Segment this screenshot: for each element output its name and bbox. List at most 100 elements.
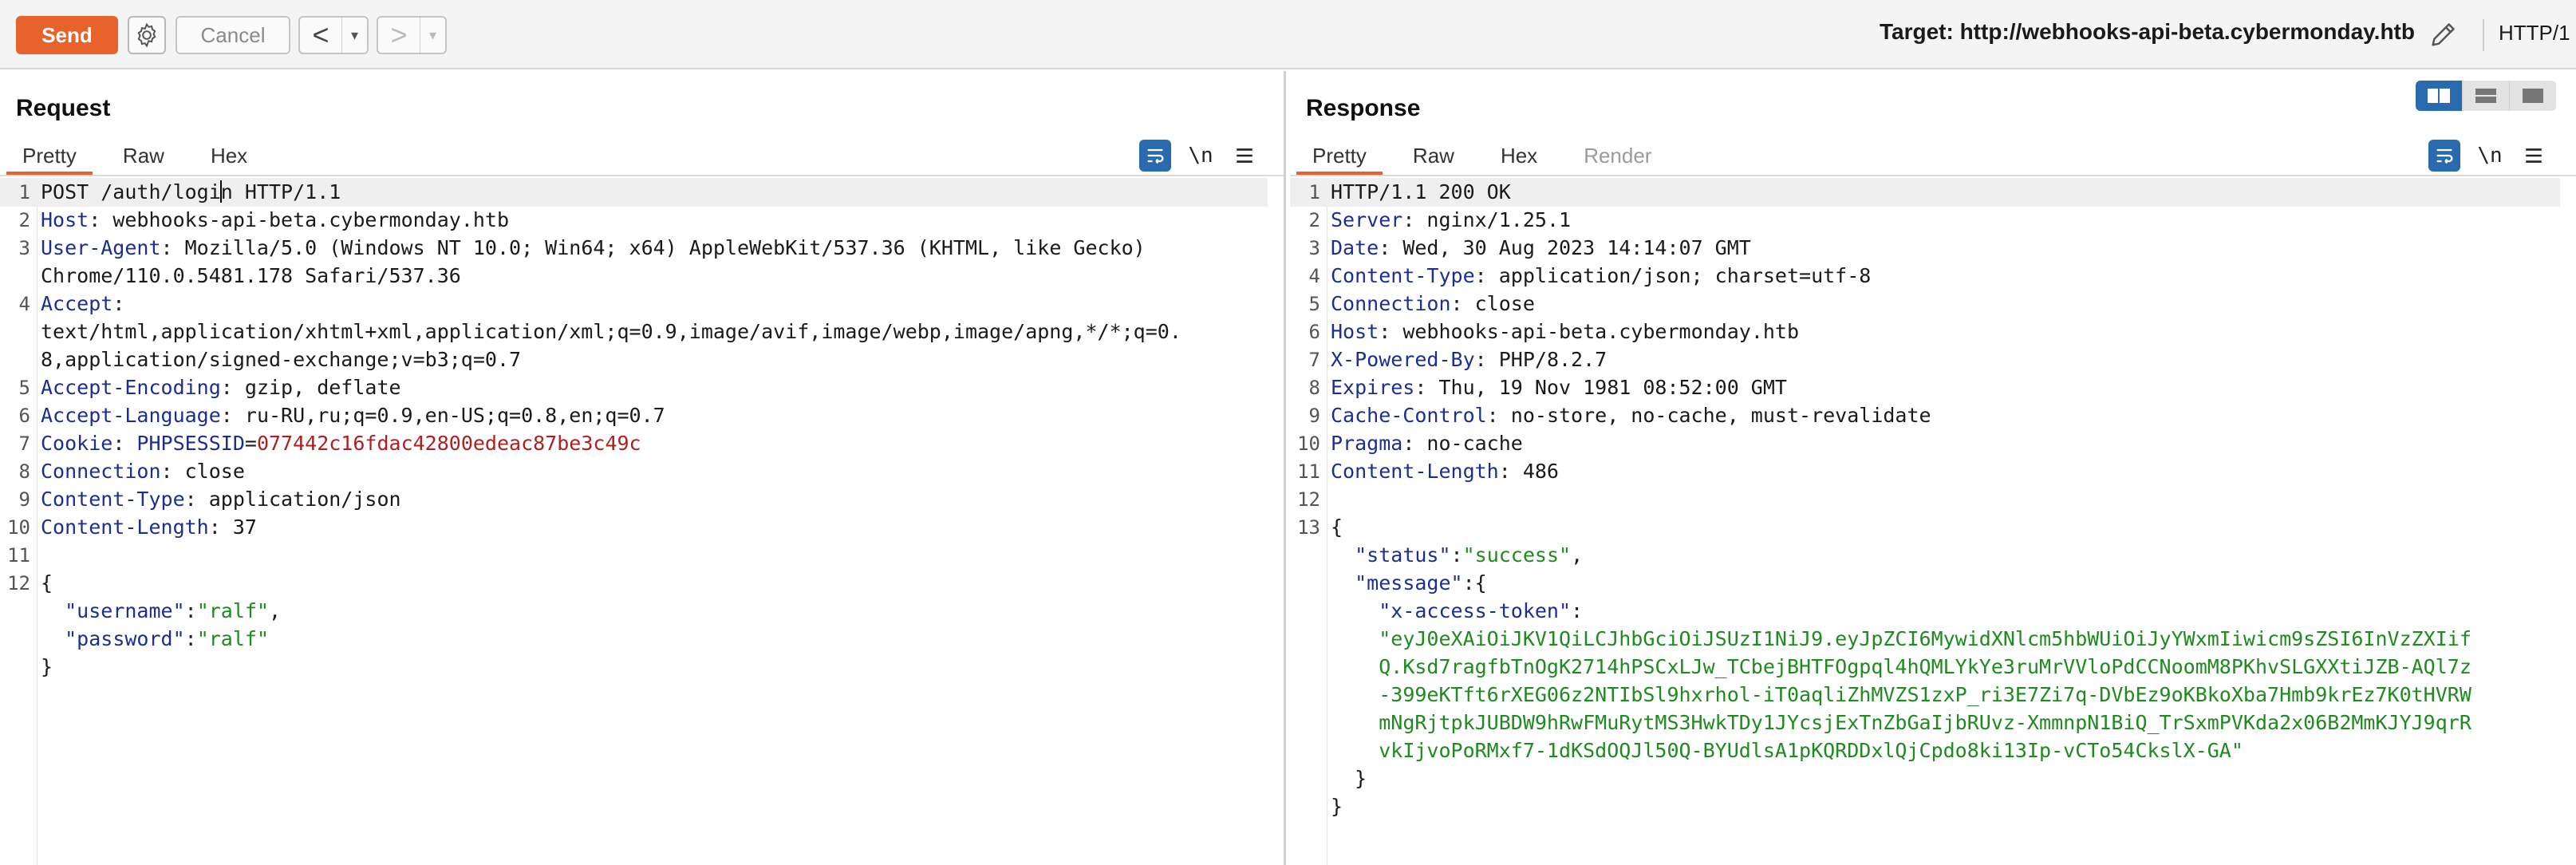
line-number: 3 [1308, 237, 1320, 259]
response-menu-button[interactable] [2519, 140, 2548, 172]
header-name: Pragma [1331, 432, 1403, 455]
line-number: 2 [1308, 209, 1320, 231]
plain-text: text/html,application/xhtml+xml,applicat… [41, 320, 1181, 343]
request-editor[interactable]: 1 POST /auth/login HTTP/1.1 2 Host: webhook… [0, 178, 1284, 865]
forward-dropdown-button[interactable]: ▾ [420, 18, 445, 53]
code-line: "x-access-token": [1290, 597, 2560, 626]
response-editor[interactable]: 1 HTTP/1.1 200 OK 2 Server: nginx/1.25.1 3 Da… [1290, 178, 2576, 865]
line-number: 6 [18, 405, 30, 427]
edit-target-button[interactable] [2425, 16, 2462, 53]
cookie-value: 077442c16fdac42800edeac87be3c49c [256, 432, 641, 455]
back-dropdown-button[interactable]: ▾ [342, 18, 367, 53]
json-punct: { [1474, 571, 1487, 594]
json-string: "success" [1462, 543, 1572, 567]
code-line: -399eKTft6rXEG06z2NTIbSl9hxrhol-iT0aqliZ… [1290, 681, 2560, 709]
code-line: mNgRjtpkJUBDW9hRwFMuRytMS3HwkTDy1JYcsjEx… [1290, 709, 2560, 737]
header-name: User-Agent [41, 236, 161, 259]
header-name: Host [41, 208, 89, 231]
json-key: "username" [65, 599, 185, 622]
header-value: nginx/1.25.1 [1414, 208, 1572, 231]
code-line: 12 [1290, 485, 2560, 514]
cancel-button[interactable]: Cancel [176, 16, 290, 54]
request-tab-hex[interactable]: Hex [195, 140, 263, 175]
layout-stacked-button[interactable] [2462, 81, 2509, 111]
line-number: 10 [7, 516, 30, 539]
header-value: PHP/8.2.7 [1486, 348, 1608, 371]
line-number: 10 [1297, 432, 1320, 455]
request-newline-toggle[interactable]: \n [1182, 140, 1219, 172]
request-tab-raw[interactable]: Raw [107, 140, 180, 175]
divider [0, 175, 1284, 176]
wrap-lines-icon [2436, 148, 2453, 164]
request-menu-button[interactable] [1230, 140, 1259, 172]
response-tab-hex[interactable]: Hex [1485, 140, 1553, 175]
header-name: Server [1331, 208, 1403, 231]
header-value: no-store, no-cache, must-revalidate [1498, 404, 1931, 427]
line-text: Connection: close [1331, 292, 1535, 315]
layout-single-button[interactable] [2509, 81, 2556, 111]
line-number: 7 [18, 432, 30, 455]
request-line-start: POST /auth/logi [41, 180, 221, 203]
code-line: 11 Content-Length: 486 [1290, 457, 2560, 486]
response-wrap-toggle[interactable] [2428, 140, 2460, 172]
response-tabs: Pretty Raw Hex Render [1296, 140, 1682, 175]
code-line: 5 Accept-Encoding: gzip, deflate [0, 373, 1268, 402]
header-name: Connection [41, 460, 161, 483]
line-text: -399eKTft6rXEG06z2NTIbSl9hxrhol-iT0aqliZ… [1331, 681, 2471, 709]
response-tab-raw[interactable]: Raw [1397, 140, 1470, 175]
header-name: Content-Type [41, 488, 185, 511]
send-button[interactable]: Send [16, 16, 118, 54]
json-key: "message" [1355, 571, 1463, 594]
code-line: 3 User-Agent: Mozilla/5.0 (Windows NT 10.… [0, 234, 1268, 263]
plain-text: 8,application/signed-exchange;v=b3;q=0.7 [41, 348, 522, 371]
request-wrap-toggle[interactable] [1139, 140, 1171, 172]
code-line: Chrome/110.0.5481.178 Safari/537.36 [0, 262, 1268, 290]
protocol-selector[interactable]: HTTP/1 [2499, 21, 2570, 45]
code-line: 1 POST /auth/login HTTP/1.1 [0, 178, 1268, 207]
header-name: Cookie [41, 432, 113, 455]
code-line: } [1290, 764, 2560, 793]
request-panel: Request Pretty Raw Hex \n 1 POST /auth/lo… [0, 71, 1286, 865]
request-tab-pretty[interactable]: Pretty [6, 140, 93, 175]
line-text: Chrome/110.0.5481.178 Safari/537.36 [41, 262, 461, 290]
layout-side-by-side-button[interactable] [2416, 81, 2462, 111]
line-text: "message":{ [1331, 569, 1487, 598]
code-line: 11 [0, 541, 1268, 570]
header-name: X-Powered-By [1331, 348, 1475, 371]
json-punct: , [269, 599, 282, 622]
cookie-name: PHPSESSID [136, 432, 245, 455]
divider [1290, 175, 2576, 176]
code-line: "status":"success", [1290, 541, 2560, 570]
line-number: 2 [18, 209, 30, 231]
header-value: application/json; charset=utf-8 [1486, 264, 1872, 287]
code-line: 10 Content-Length: 37 [0, 513, 1268, 542]
response-newline-toggle[interactable]: \n [2471, 140, 2508, 172]
response-tab-pretty[interactable]: Pretty [1296, 140, 1383, 175]
forward-button[interactable]: > [378, 18, 420, 53]
code-line: 9 Content-Type: application/json [0, 485, 1268, 514]
line-text: { [1331, 513, 1343, 542]
header-value: Mozilla/5.0 (Windows NT 10.0; Win64; x64… [172, 236, 1146, 259]
line-number: 4 [1308, 265, 1320, 287]
response-tab-render[interactable]: Render [1568, 140, 1667, 175]
code-line: } [0, 653, 1268, 681]
code-line: 9 Cache-Control: no-store, no-cache, must… [1290, 401, 2560, 430]
line-text: Q.Ksd7ragfbTnOgK2714hPSCxLJw_TCbejBHTFOg… [1331, 653, 2471, 681]
header-value: webhooks-api-beta.cybermonday.htb [101, 208, 510, 231]
line-text: Cookie: PHPSESSID=077442c16fdac42800edea… [41, 432, 641, 455]
settings-button[interactable] [128, 16, 166, 54]
menu-icon [1237, 148, 1252, 163]
json-key: "status" [1355, 543, 1451, 567]
line-number: 5 [1308, 293, 1320, 315]
json-string: vkIjvoPoRMxf7-1dKSdOQJl50Q-BYUdlsA1pKQRD… [1379, 739, 2243, 762]
pencil-icon [2432, 23, 2455, 46]
back-button[interactable]: < [300, 18, 342, 53]
line-text: Content-Length: 486 [1331, 460, 1559, 483]
